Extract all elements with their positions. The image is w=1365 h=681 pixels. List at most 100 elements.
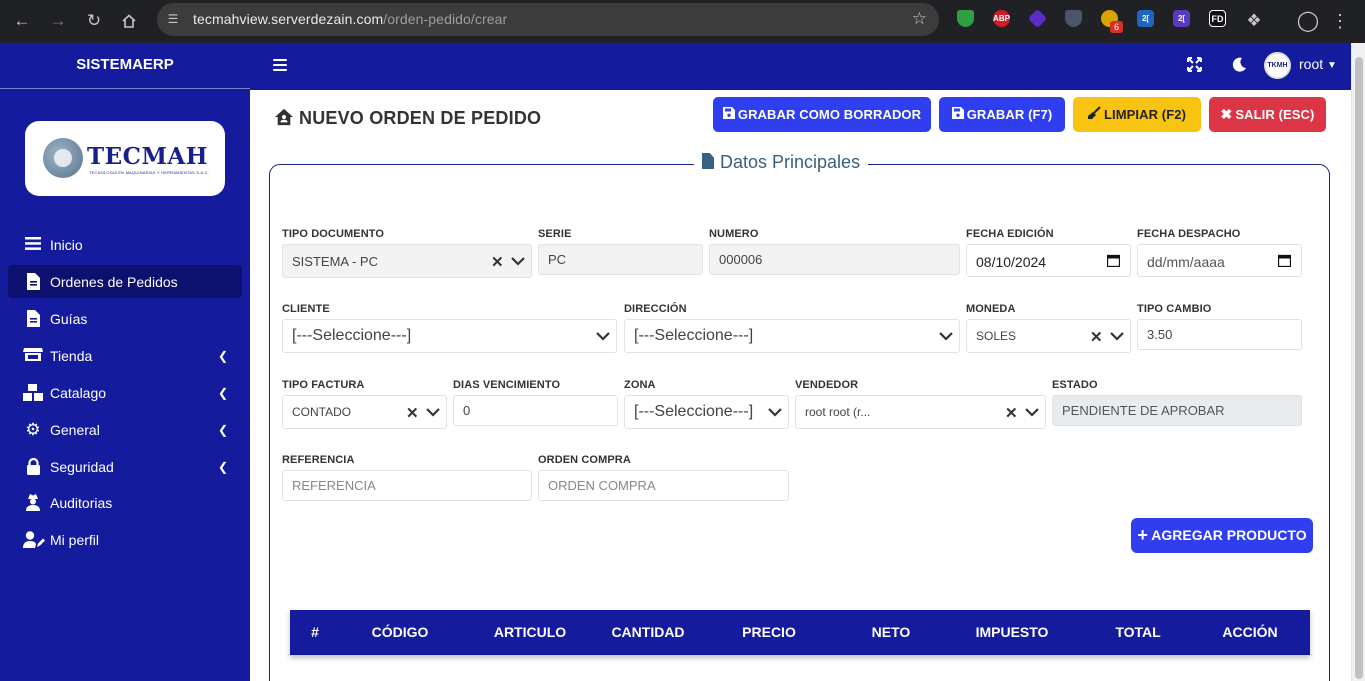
orden-compra-input[interactable]: ORDEN COMPRA: [538, 470, 789, 501]
scroll-thumb[interactable]: [1355, 57, 1363, 679]
vendedor-select[interactable]: root root (r... ✕: [795, 395, 1046, 429]
page-title: NUEVO ORDEN DE PEDIDO: [274, 108, 541, 129]
serie-value: PC: [548, 252, 567, 267]
bitwarden-extension-icon[interactable]: [1065, 10, 1082, 27]
chevron-down-icon: [426, 405, 440, 419]
sidebar: SISTEMAERP TECMAH TECNOLOGIA EN MAQUINAR…: [0, 43, 250, 681]
back-icon[interactable]: ←: [10, 9, 34, 33]
sidebar-item-auditorias[interactable]: Auditorias: [8, 486, 242, 519]
save-label: GRABAR (F7): [966, 107, 1053, 122]
column-header-number[interactable]: #: [290, 624, 340, 640]
clear-selection-icon[interactable]: ✕: [1005, 404, 1018, 422]
fecha-edicion-field[interactable]: 08/10/2024: [966, 244, 1131, 277]
address-bar[interactable]: ☰ tecmahview.serverdezain.com/orden-pedi…: [157, 3, 939, 36]
zona-select[interactable]: [---Seleccione---]: [624, 395, 789, 429]
sidebar-item-seguridad[interactable]: Seguridad ❮: [8, 450, 242, 483]
exit-button[interactable]: ✖ SALIR (ESC): [1209, 97, 1326, 132]
orden-compra-label: ORDEN COMPRA: [538, 454, 631, 466]
serie-label: SERIE: [538, 228, 572, 240]
broom-icon: [1087, 97, 1101, 132]
bookmark-star-icon[interactable]: ☆: [912, 9, 927, 29]
dark-mode-moon-icon[interactable]: [1232, 57, 1247, 77]
column-header-cantidad[interactable]: CANTIDAD: [598, 624, 698, 640]
chevron-down-icon: [511, 254, 525, 268]
direccion-select[interactable]: [---Seleccione---]: [624, 319, 960, 353]
sidebar-brand[interactable]: SISTEMAERP: [0, 43, 250, 89]
tipo-cambio-field[interactable]: 3.50: [1137, 319, 1302, 350]
column-header-codigo[interactable]: CÓDIGO: [350, 624, 450, 640]
referencia-input[interactable]: REFERENCIA: [282, 470, 532, 501]
calendar-icon[interactable]: [1106, 254, 1121, 268]
column-header-neto[interactable]: NETO: [841, 624, 941, 640]
browser-toolbar: ← → ↻ ☰ tecmahview.serverdezain.com/orde…: [0, 0, 1365, 43]
serie-field[interactable]: PC: [538, 244, 703, 275]
sidebar-item-general[interactable]: ⚙︎ General ❮: [8, 413, 242, 446]
sidebar-item-inicio[interactable]: Inicio: [8, 228, 242, 261]
dias-vencimiento-value: 0: [463, 403, 471, 418]
sidebar-item-ordenes-de-pedidos[interactable]: Ordenes de Pedidos: [8, 265, 242, 298]
column-header-precio[interactable]: PRECIO: [719, 624, 819, 640]
translate-extension-icon-1[interactable]: 2[: [1137, 10, 1154, 27]
company-logo: TECMAH TECNOLOGIA EN MAQUINARIAS Y HERRA…: [25, 121, 225, 196]
hamburger-menu-icon[interactable]: [273, 58, 287, 72]
file-icon: [23, 310, 43, 327]
close-icon: ✖: [1220, 106, 1233, 122]
dias-vencimiento-field[interactable]: 0: [453, 395, 618, 426]
zona-value: [---Seleccione---]: [634, 403, 754, 420]
translate-extension-icon-2[interactable]: 2[: [1173, 10, 1190, 27]
shield-extension-icon[interactable]: [957, 10, 974, 27]
abp-extension-icon[interactable]: ABP: [993, 10, 1010, 27]
page-scrollbar[interactable]: [1351, 43, 1365, 681]
clear-button[interactable]: LIMPIAR (F2): [1073, 97, 1201, 132]
house-user-icon: [275, 108, 293, 126]
url-text[interactable]: tecmahview.serverdezain.com/orden-pedido…: [193, 11, 507, 27]
sidebar-item-label: Ordenes de Pedidos: [50, 274, 178, 290]
fecha-despacho-field[interactable]: dd/mm/aaaa: [1137, 244, 1302, 277]
column-header-impuesto[interactable]: IMPUESTO: [962, 624, 1062, 640]
tipo-documento-select[interactable]: SISTEMA - PC ✕: [282, 244, 532, 278]
fecha-despacho-label: FECHA DESPACHO: [1137, 228, 1241, 240]
tipo-factura-select[interactable]: CONTADO ✕: [282, 395, 447, 429]
clear-selection-icon[interactable]: ✕: [491, 253, 504, 271]
extension-badge: 6: [1110, 21, 1123, 33]
extensions-puzzle-icon[interactable]: ❖: [1242, 9, 1266, 33]
fullscreen-icon[interactable]: [1187, 57, 1202, 77]
top-navbar: TKMH root ▼: [250, 43, 1351, 90]
sidebar-item-mi-perfil[interactable]: Mi perfil: [8, 523, 242, 556]
clear-selection-icon[interactable]: ✕: [1090, 328, 1103, 346]
gem-extension-icon[interactable]: [1027, 8, 1048, 29]
user-menu-toggle[interactable]: root ▼: [1299, 56, 1337, 72]
forward-icon[interactable]: →: [46, 9, 70, 33]
fd-extension-icon[interactable]: FD: [1209, 10, 1226, 27]
column-header-articulo[interactable]: ARTICULO: [480, 624, 580, 640]
add-product-button[interactable]: + AGREGAR PRODUCTO: [1131, 518, 1313, 553]
browser-menu-icon[interactable]: ⋮: [1328, 9, 1352, 33]
sidebar-item-tienda[interactable]: Tienda ❮: [8, 339, 242, 372]
column-header-accion[interactable]: ACCIÓN: [1200, 624, 1300, 640]
numero-field[interactable]: 000006: [709, 244, 960, 275]
save-button[interactable]: GRABAR (F7): [939, 97, 1065, 132]
clear-label: LIMPIAR (F2): [1103, 107, 1187, 122]
save-draft-button[interactable]: GRABAR COMO BORRADOR: [713, 97, 931, 132]
site-info-icon[interactable]: ☰: [165, 11, 181, 27]
dias-vencimiento-label: DIAS VENCIMIENTO: [453, 379, 561, 391]
calendar-icon[interactable]: [1277, 254, 1292, 268]
reload-icon[interactable]: ↻: [82, 9, 106, 33]
tipo-documento-label: TIPO DOCUMENTO: [282, 228, 385, 240]
sidebar-item-catalago[interactable]: Catalago ❮: [8, 376, 242, 409]
cliente-select[interactable]: [---Seleccione---]: [282, 319, 617, 353]
exit-label: SALIR (ESC): [1235, 107, 1315, 122]
clear-selection-icon[interactable]: ✕: [406, 404, 419, 422]
estado-value: PENDIENTE DE APROBAR: [1062, 403, 1225, 418]
user-secret-icon: [23, 494, 43, 511]
products-table-header: # CÓDIGO ARTICULO CANTIDAD PRECIO NETO I…: [290, 610, 1310, 655]
profile-icon[interactable]: ◯: [1296, 9, 1320, 33]
moneda-select[interactable]: SOLES ✕: [966, 319, 1131, 353]
section-title-text: Datos Principales: [720, 152, 861, 172]
column-header-total[interactable]: TOTAL: [1088, 624, 1188, 640]
logo-text: TECMAH: [87, 143, 208, 170]
home-icon[interactable]: [117, 9, 141, 33]
sidebar-item-guias[interactable]: Guías: [8, 302, 242, 335]
avatar[interactable]: TKMH: [1264, 52, 1291, 79]
vendedor-value: root root (r...: [805, 405, 871, 419]
